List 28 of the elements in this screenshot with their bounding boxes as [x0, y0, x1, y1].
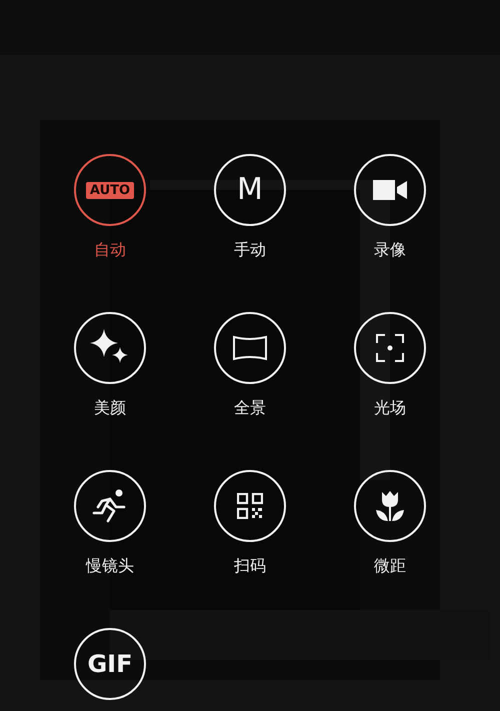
mode-button[interactable]: M: [214, 154, 286, 226]
mode-button[interactable]: GIF: [74, 628, 146, 700]
mode-label: 自动: [94, 240, 126, 260]
manual-letter-icon: M: [237, 175, 263, 205]
mode-label: 微距: [374, 556, 406, 576]
mode-label: 光场: [374, 398, 406, 418]
mode-button[interactable]: [354, 470, 426, 542]
mode-button[interactable]: [354, 154, 426, 226]
mode-button[interactable]: [214, 312, 286, 384]
mode-label: 录像: [374, 240, 406, 260]
mode-button[interactable]: [354, 312, 426, 384]
panorama-icon: [232, 335, 268, 361]
mode-label: 扫码: [234, 556, 266, 576]
mode-label: 美颜: [94, 398, 126, 418]
running-person-icon: [92, 489, 128, 523]
mode-button[interactable]: [74, 470, 146, 542]
auto-badge: AUTO: [86, 182, 134, 198]
mode-label: 慢镜头: [86, 556, 134, 576]
focus-frame-icon: [376, 334, 404, 362]
tulip-icon: [376, 490, 404, 522]
mode-label: 手动: [234, 240, 266, 260]
mode-button[interactable]: AUTO: [74, 154, 146, 226]
mode-label: 全景: [234, 398, 266, 418]
mode-button[interactable]: [74, 312, 146, 384]
gif-label-icon: GIF: [87, 652, 133, 676]
video-camera-icon: [373, 180, 407, 200]
qr-code-icon: [237, 493, 263, 519]
mode-button[interactable]: [214, 470, 286, 542]
